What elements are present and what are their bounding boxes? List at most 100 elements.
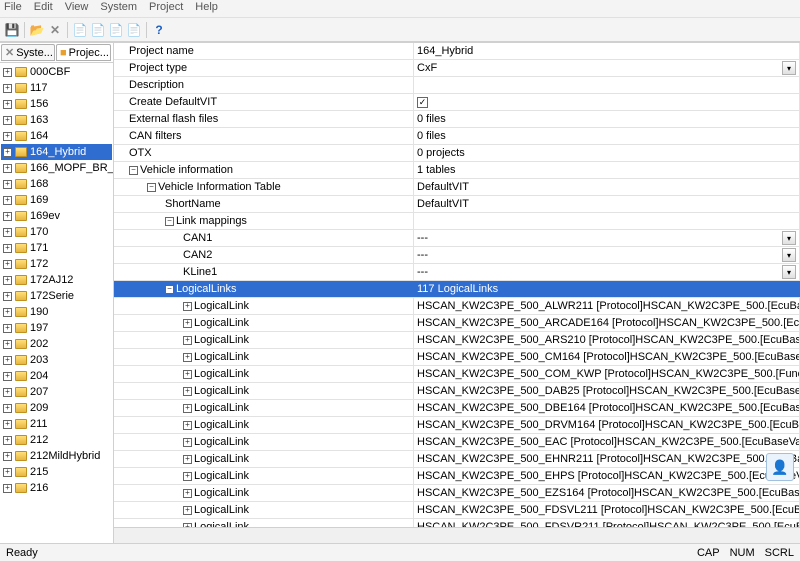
tree-item[interactable]: +197 <box>1 320 112 336</box>
expand-icon[interactable]: + <box>3 180 12 189</box>
doc1-icon[interactable]: 📄 <box>72 22 88 38</box>
expand-icon[interactable]: + <box>3 260 12 269</box>
tree-item[interactable]: +204 <box>1 368 112 384</box>
tree-item[interactable]: +202 <box>1 336 112 352</box>
grid-row[interactable]: + LogicalLinkHSCAN_KW2C3PE_500_EHPS [Pro… <box>114 468 800 485</box>
expand-icon[interactable]: + <box>3 68 12 77</box>
tree-item[interactable]: +169 <box>1 192 112 208</box>
grid-row[interactable]: External flash files0 files <box>114 111 800 128</box>
grid-row[interactable]: + LogicalLinkHSCAN_KW2C3PE_500_CM164 [Pr… <box>114 349 800 366</box>
tab-system[interactable]: ✕Syste... <box>1 44 55 61</box>
tree-item[interactable]: +212MildHybrid <box>1 448 112 464</box>
menu-help[interactable]: Help <box>195 1 218 16</box>
h-scrollbar[interactable] <box>114 527 800 543</box>
expand-icon[interactable]: + <box>3 84 12 93</box>
expand-icon[interactable]: + <box>183 404 192 413</box>
grid-row[interactable]: + LogicalLinkHSCAN_KW2C3PE_500_EHNR211 [… <box>114 451 800 468</box>
expand-icon[interactable]: + <box>3 436 12 445</box>
grid-value[interactable]: CxF▾ <box>414 60 800 76</box>
tree-item[interactable]: +169ev <box>1 208 112 224</box>
grid-row[interactable]: Project typeCxF▾ <box>114 60 800 77</box>
tree-item[interactable]: +212 <box>1 432 112 448</box>
menu-edit[interactable]: Edit <box>34 1 53 16</box>
grid-row[interactable]: + LogicalLinkHSCAN_KW2C3PE_500_DRVM164 [… <box>114 417 800 434</box>
save-icon[interactable]: 💾 <box>4 22 20 38</box>
tree-item[interactable]: +207 <box>1 384 112 400</box>
expand-icon[interactable]: + <box>3 340 12 349</box>
collapse-icon[interactable]: − <box>165 285 174 294</box>
expand-icon[interactable]: + <box>183 421 192 430</box>
grid-row[interactable]: + LogicalLinkHSCAN_KW2C3PE_500_FDSVR211 … <box>114 519 800 527</box>
tree-item[interactable]: +166_MOPF_BR_2... <box>1 160 112 176</box>
dropdown-icon[interactable]: ▾ <box>782 248 796 262</box>
tree-item[interactable]: +171 <box>1 240 112 256</box>
expand-icon[interactable]: + <box>183 319 192 328</box>
dropdown-icon[interactable]: ▾ <box>782 61 796 75</box>
grid-value[interactable]: ✓ <box>414 94 800 110</box>
tree-item[interactable]: +216 <box>1 480 112 496</box>
dropdown-icon[interactable]: ▾ <box>782 231 796 245</box>
expand-icon[interactable]: + <box>3 292 12 301</box>
tree-item[interactable]: +168 <box>1 176 112 192</box>
grid-row[interactable]: + LogicalLinkHSCAN_KW2C3PE_500_FDSVL211 … <box>114 502 800 519</box>
grid-row[interactable]: Description <box>114 77 800 94</box>
collapse-icon[interactable]: − <box>165 217 174 226</box>
expand-icon[interactable]: + <box>3 484 12 493</box>
expand-icon[interactable]: + <box>3 468 12 477</box>
menu-project[interactable]: Project <box>149 1 183 16</box>
grid-row[interactable]: + LogicalLinkHSCAN_KW2C3PE_500_COM_KWP [… <box>114 366 800 383</box>
grid-row[interactable]: CAN filters0 files <box>114 128 800 145</box>
grid-value[interactable]: ---▾ <box>414 264 800 280</box>
expand-icon[interactable]: + <box>3 196 12 205</box>
grid-row[interactable]: − Vehicle information1 tables <box>114 162 800 179</box>
grid-row[interactable]: − Vehicle Information TableDefaultVIT <box>114 179 800 196</box>
doc4-icon[interactable]: 📄 <box>126 22 142 38</box>
expand-icon[interactable]: + <box>3 116 12 125</box>
expand-icon[interactable]: + <box>3 100 12 109</box>
grid-row[interactable]: + LogicalLinkHSCAN_KW2C3PE_500_DBE164 [P… <box>114 400 800 417</box>
expand-icon[interactable]: + <box>3 308 12 317</box>
expand-icon[interactable]: + <box>3 164 12 173</box>
expand-icon[interactable]: + <box>3 388 12 397</box>
grid-row[interactable]: Project name164_Hybrid <box>114 43 800 60</box>
grid-row[interactable]: + LogicalLinkHSCAN_KW2C3PE_500_ARCADE164… <box>114 315 800 332</box>
grid-row[interactable]: OTX0 projects <box>114 145 800 162</box>
expand-icon[interactable]: + <box>183 336 192 345</box>
expand-icon[interactable]: + <box>183 455 192 464</box>
tree-item[interactable]: +172 <box>1 256 112 272</box>
expand-icon[interactable]: + <box>183 506 192 515</box>
expand-icon[interactable]: + <box>3 452 12 461</box>
grid-row[interactable]: − LogicalLinks117 LogicalLinks <box>114 281 800 298</box>
grid-value[interactable]: ---▾ <box>414 230 800 246</box>
expand-icon[interactable]: + <box>3 356 12 365</box>
tree-item[interactable]: +209 <box>1 400 112 416</box>
tree-item[interactable]: +190 <box>1 304 112 320</box>
grid-value[interactable]: ---▾ <box>414 247 800 263</box>
expand-icon[interactable]: + <box>183 472 192 481</box>
help-icon[interactable]: ? <box>151 22 167 38</box>
expand-icon[interactable]: + <box>183 438 192 447</box>
expand-icon[interactable]: + <box>3 132 12 141</box>
grid-row[interactable]: − Link mappings <box>114 213 800 230</box>
expand-icon[interactable]: + <box>183 489 192 498</box>
tree-item[interactable]: +156 <box>1 96 112 112</box>
menu-system[interactable]: System <box>100 1 137 16</box>
grid-row[interactable]: ShortNameDefaultVIT <box>114 196 800 213</box>
tree-item[interactable]: +163 <box>1 112 112 128</box>
tree-item[interactable]: +172AJ12 <box>1 272 112 288</box>
menu-file[interactable]: File <box>4 1 22 16</box>
project-tree[interactable]: +000CBF+117+156+163+164+164_Hybrid+166_M… <box>0 63 113 543</box>
open-icon[interactable]: 📂 <box>29 22 45 38</box>
expand-icon[interactable]: + <box>3 228 12 237</box>
grid-row[interactable]: CAN2---▾ <box>114 247 800 264</box>
tree-item[interactable]: +000CBF <box>1 64 112 80</box>
tab-project[interactable]: ■Projec... <box>56 44 111 61</box>
grid-row[interactable]: + LogicalLinkHSCAN_KW2C3PE_500_EAC [Prot… <box>114 434 800 451</box>
tree-item[interactable]: +164_Hybrid <box>1 144 112 160</box>
expand-icon[interactable]: + <box>3 148 12 157</box>
tree-item[interactable]: +203 <box>1 352 112 368</box>
tree-item[interactable]: +170 <box>1 224 112 240</box>
grid-row[interactable]: + LogicalLinkHSCAN_KW2C3PE_500_ALWR211 [… <box>114 298 800 315</box>
grid-row[interactable]: Create DefaultVIT✓ <box>114 94 800 111</box>
doc3-icon[interactable]: 📄 <box>108 22 124 38</box>
